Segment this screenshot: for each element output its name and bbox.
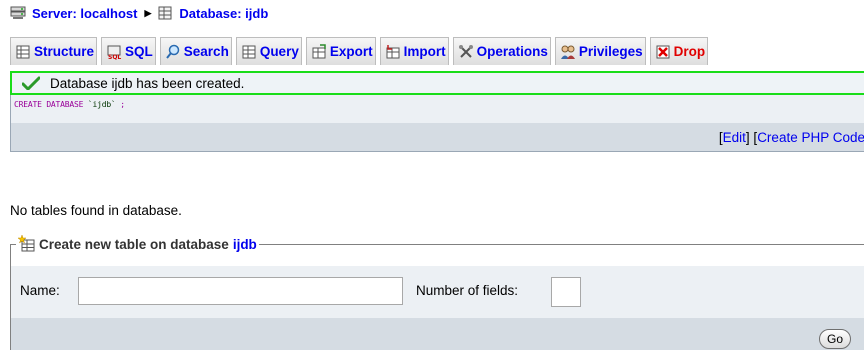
sql-query-box: CREATE DATABASE `ijdb` ; [ Edit ] [ Crea…: [10, 95, 864, 152]
database-link[interactable]: Database: ijdb: [179, 6, 268, 21]
sql-actions-bar: [ Edit ] [ Create PHP Code: [11, 123, 864, 151]
legend-database-link[interactable]: ijdb: [233, 237, 257, 252]
operations-icon: [458, 44, 473, 58]
tab-export-label: Export: [329, 44, 373, 59]
server-icon: [10, 6, 26, 19]
tab-drop-label: Drop: [673, 44, 706, 59]
tab-search-label: Search: [183, 44, 229, 59]
tab-structure[interactable]: Structure: [10, 37, 98, 65]
tab-sql[interactable]: SQL SQL: [101, 37, 156, 65]
notice-message: Database ijdb has been created.: [50, 75, 245, 91]
number-of-fields-input[interactable]: [551, 277, 581, 307]
tab-query-label: Query: [259, 44, 299, 59]
server-link[interactable]: Server: localhost: [32, 6, 138, 21]
sql-keyword: CREATE DATABASE: [14, 100, 84, 109]
create-table-legend: Create new table on database ijdb: [16, 235, 259, 253]
drop-icon: [656, 45, 670, 58]
import-icon: [386, 44, 400, 58]
go-button[interactable]: Go: [819, 329, 851, 349]
structure-icon: [16, 45, 30, 58]
search-icon: [166, 44, 180, 59]
breadcrumb: Server: localhost ▶ Database: ijdb: [10, 3, 268, 23]
privileges-icon: [560, 45, 575, 59]
tab-bar: Structure SQL SQL Search Query Export Im…: [10, 37, 864, 65]
success-notice: Database ijdb has been created.: [10, 71, 864, 95]
tab-query[interactable]: Query: [235, 37, 302, 65]
sql-icon: SQL: [107, 45, 121, 60]
tab-operations-label: Operations: [476, 44, 548, 59]
tab-structure-label: Structure: [34, 44, 95, 59]
create-table-fieldset: Create new table on database ijdb Name: …: [10, 235, 864, 350]
query-icon: [242, 45, 256, 58]
svg-text:SQL: SQL: [108, 54, 121, 60]
tab-privileges[interactable]: Privileges: [554, 37, 646, 65]
create-table-footer: Go: [11, 318, 864, 350]
edit-link[interactable]: Edit: [723, 130, 746, 145]
sql-database-name: `ijdb`: [87, 100, 116, 109]
tab-import-label: Import: [403, 44, 446, 59]
tab-operations[interactable]: Operations: [452, 37, 551, 65]
tab-privileges-label: Privileges: [578, 44, 643, 59]
new-table-icon: [18, 235, 35, 252]
create-table-form-row: Name: Number of fields:: [11, 266, 864, 318]
export-icon: [312, 43, 326, 58]
sql-terminator: ;: [120, 100, 125, 109]
no-tables-message: No tables found in database.: [10, 203, 182, 218]
breadcrumb-server[interactable]: Server: localhost: [10, 6, 138, 21]
legend-text: Create new table on database: [39, 236, 229, 252]
table-name-input[interactable]: [78, 277, 403, 305]
link-separator: ] [: [745, 129, 758, 145]
fields-label: Number of fields:: [416, 283, 519, 298]
tab-drop[interactable]: Drop: [649, 37, 709, 65]
breadcrumb-database[interactable]: Database: ijdb: [157, 6, 268, 21]
tab-sql-label: SQL: [125, 44, 153, 59]
name-label: Name:: [20, 283, 60, 298]
tab-import[interactable]: Import: [379, 37, 449, 65]
sql-query-text: CREATE DATABASE `ijdb` ;: [14, 100, 125, 109]
database-icon: [158, 6, 172, 20]
breadcrumb-separator-icon: ▶: [144, 7, 152, 18]
tab-export[interactable]: Export: [305, 37, 376, 65]
tab-search[interactable]: Search: [159, 37, 232, 65]
checkmark-icon: [22, 76, 40, 90]
create-php-code-link[interactable]: Create PHP Code: [757, 130, 864, 145]
